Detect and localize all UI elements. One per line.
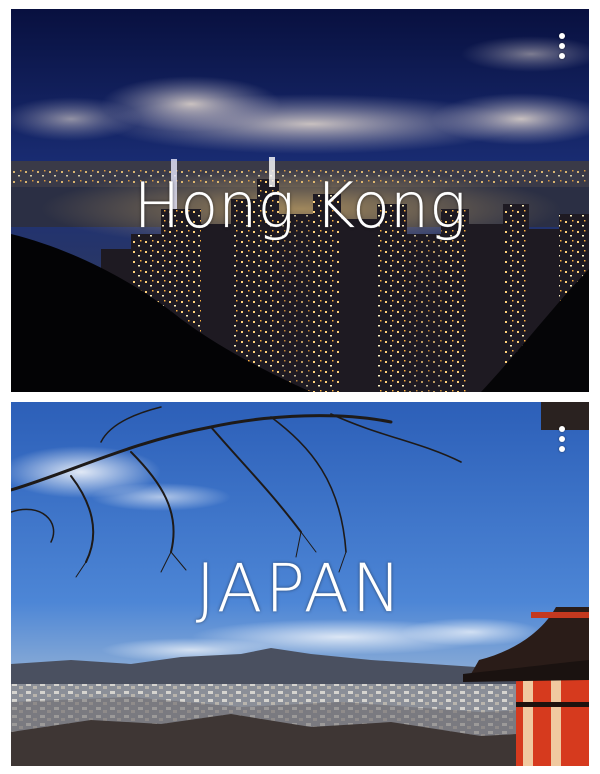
more-vert-icon-dot (559, 446, 565, 452)
more-options-button[interactable] (554, 29, 570, 63)
destination-card-japan[interactable]: JAPAN (11, 402, 589, 766)
card-title: Hong Kong (133, 169, 467, 242)
card-title: JAPAN (195, 550, 405, 627)
more-vert-icon (559, 33, 565, 39)
more-vert-icon-dot (559, 436, 565, 442)
destination-card-hong-kong[interactable]: Hong Kong (11, 9, 589, 392)
more-vert-icon (559, 426, 565, 432)
more-vert-icon-dot (559, 53, 565, 59)
more-options-button[interactable] (554, 422, 570, 456)
more-vert-icon-dot (559, 43, 565, 49)
